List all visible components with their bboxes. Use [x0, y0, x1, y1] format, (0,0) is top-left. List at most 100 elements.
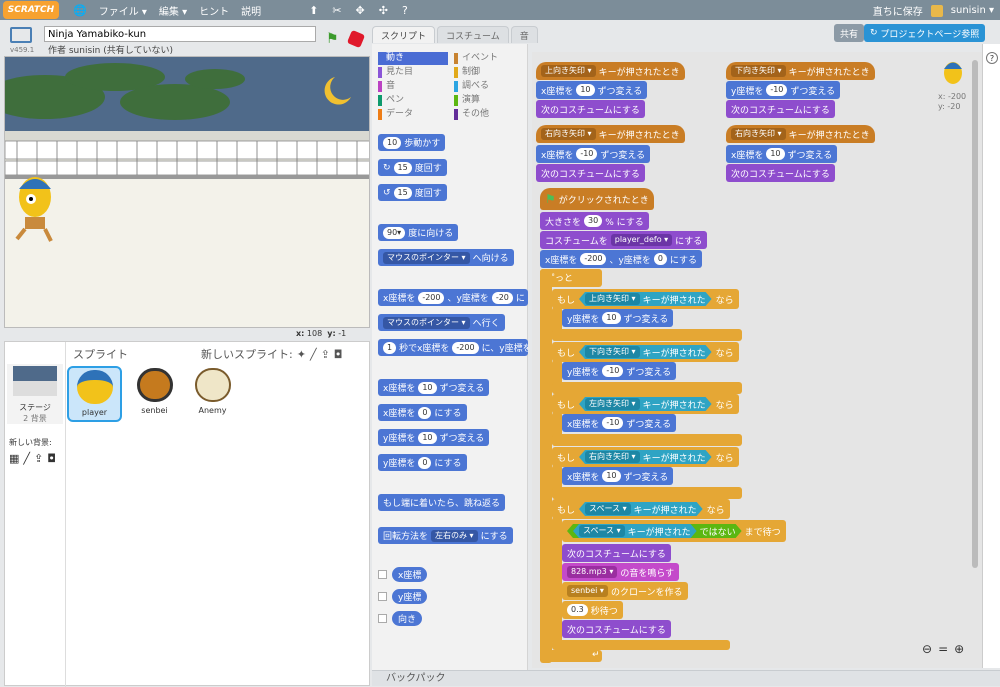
wait-seconds-block[interactable]: 0.3 秒待つ — [562, 601, 623, 619]
if-block[interactable]: もし 下向き矢印 ▾ キーが押された なら — [552, 342, 739, 362]
script-change-block[interactable]: x座標を 10 ずつ変える — [726, 145, 838, 163]
category-7[interactable]: 演算 — [454, 94, 524, 107]
if-block[interactable]: もし 左向き矢印 ▾ キーが押された なら — [552, 394, 739, 414]
user-menu[interactable]: sunisin ▾ — [951, 5, 994, 16]
category-0[interactable]: 動き — [378, 52, 448, 65]
script-next-costume-block[interactable]: 次のコスチュームにする — [562, 544, 671, 562]
backpack-bar[interactable]: バックパック — [372, 670, 1000, 686]
paint-backdrop-icon[interactable]: ╱ — [23, 452, 30, 465]
globe-icon[interactable]: 🌐 — [73, 4, 87, 17]
menu-edit[interactable]: 編集 ▾ — [159, 3, 187, 18]
script-change-block[interactable]: y座標を 10 ずつ変える — [562, 309, 674, 327]
upload-sprite-icon[interactable]: ⇪ — [321, 348, 330, 361]
palette-turn-left-block[interactable]: ↺ 15 度回す — [378, 184, 447, 201]
scratch-logo[interactable]: SCRATCH — [3, 1, 59, 19]
tab-sounds[interactable]: 音 — [510, 26, 538, 43]
script-next-costume-block[interactable]: 次のコスチュームにする — [536, 100, 645, 118]
script-next-costume-block[interactable]: 次のコスチュームにする — [726, 164, 835, 182]
when-right-key-hat[interactable]: 右向き矢印 ▾ キーが押されたとき — [726, 125, 875, 143]
sprite-tile-senbei[interactable]: senbei — [127, 366, 182, 422]
menu-file[interactable]: ファイル ▾ — [99, 3, 147, 18]
palette-point-towards-block[interactable]: マウスのポインター ▾ へ向ける — [378, 249, 514, 266]
shrink-icon[interactable]: ✣ — [379, 4, 388, 17]
script-next-costume-block[interactable]: 次のコスチュームにする — [562, 620, 671, 638]
cut-icon[interactable]: ✂ — [332, 4, 341, 17]
menu-about[interactable]: 説明 — [241, 3, 261, 18]
category-2[interactable]: 見た目 — [378, 66, 448, 79]
save-now-link[interactable]: 直ちに保存 — [873, 3, 923, 18]
if-block[interactable]: もし 右向き矢印 ▾ キーが押された なら — [552, 447, 739, 467]
palette-set-x-block[interactable]: x座標を 0 にする — [378, 404, 467, 421]
camera-sprite-icon[interactable]: ◘ — [334, 348, 343, 361]
camera-backdrop-icon[interactable]: ◘ — [47, 452, 56, 465]
script-change-block[interactable]: y座標を -10 ずつ変える — [726, 81, 841, 99]
backdrop-library-icon[interactable]: ▦ — [9, 452, 19, 465]
palette-move-block[interactable]: 10 歩動かす — [378, 134, 446, 151]
category-5[interactable]: 調べる — [454, 80, 524, 93]
script-change-block[interactable]: y座標を -10 ずつ変える — [562, 362, 677, 380]
wait-until-block[interactable]: スペース ▾ キーが押された ではない まで待つ — [562, 520, 786, 542]
play-sound-block[interactable]: 828.mp3 ▾ の音を鳴らす — [562, 563, 680, 581]
category-1[interactable]: イベント — [454, 52, 524, 65]
project-title-input[interactable] — [44, 26, 316, 42]
when-up-key-hat[interactable]: 上向き矢印 ▾ キーが押されたとき — [536, 62, 685, 80]
tab-costumes[interactable]: コスチューム — [437, 26, 509, 43]
ypos-checkbox[interactable] — [378, 592, 387, 601]
sprite-tile-anemy[interactable]: Anemy — [185, 366, 240, 422]
script-switch-costume-block[interactable]: コスチュームを player_defo ▾ にする — [540, 231, 708, 249]
user-avatar-icon[interactable] — [930, 4, 943, 17]
category-4[interactable]: 音 — [378, 80, 448, 93]
stage-thumbnail[interactable]: ステージ 2 背景 — [7, 364, 63, 424]
when-flag-clicked-hat[interactable]: ⚑ がクリックされたとき — [540, 188, 654, 210]
script-next-costume-block[interactable]: 次のコスチュームにする — [726, 100, 835, 118]
palette-rotation-style-block[interactable]: 回転方法を 左右のみ ▾ にする — [378, 527, 513, 544]
tab-scripts[interactable]: スクリプト — [372, 26, 436, 43]
palette-glide-block[interactable]: 1 秒でx座標を -200 に、y座標を — [378, 339, 528, 356]
category-9[interactable]: その他 — [454, 108, 524, 121]
duplicate-icon[interactable]: ⬆ — [309, 4, 318, 17]
zoom-out-icon[interactable]: ⊖ — [922, 642, 932, 656]
stop-icon[interactable] — [346, 29, 366, 49]
script-change-block[interactable]: x座標を 10 ずつ変える — [536, 81, 648, 99]
script-change-block[interactable]: x座標を -10 ずつ変える — [536, 145, 651, 163]
grow-icon[interactable]: ✥ — [356, 4, 365, 17]
palette-goto-xy-block[interactable]: x座標を -200 、y座標を -20 に — [378, 289, 528, 306]
palette-change-y-block[interactable]: y座標を 10 ずつ変える — [378, 429, 490, 446]
menu-hint[interactable]: ヒント — [199, 3, 229, 18]
script-set-size-block[interactable]: 大きさを 30% にする — [540, 212, 649, 230]
upload-backdrop-icon[interactable]: ⇪ — [34, 452, 43, 465]
palette-set-y-block[interactable]: y座標を 0 にする — [378, 454, 467, 471]
help-circle-icon[interactable]: ? — [986, 52, 998, 64]
category-8[interactable]: データ — [378, 108, 448, 121]
palette-change-x-block[interactable]: x座標を 10 ずつ変える — [378, 379, 490, 396]
paint-sprite-icon[interactable]: ╱ — [310, 348, 317, 361]
see-project-page-button[interactable]: ↻ プロジェクトページ参照 — [864, 24, 986, 42]
script-next-costume-block[interactable]: 次のコスチュームにする — [536, 164, 645, 182]
direction-reporter[interactable]: 向き — [392, 611, 423, 626]
script-change-block[interactable]: x座標を -10 ずつ変える — [562, 414, 677, 432]
sprite-library-icon[interactable]: ✦ — [297, 348, 306, 361]
when-right-key-hat[interactable]: 右向き矢印 ▾ キーが押されたとき — [536, 125, 685, 143]
help-icon[interactable]: ? — [402, 4, 408, 17]
sprite-tile-player[interactable]: player — [67, 366, 122, 422]
xpos-checkbox[interactable] — [378, 570, 387, 579]
stage-canvas[interactable] — [4, 56, 370, 328]
ypos-reporter[interactable]: y座標 — [392, 589, 428, 604]
workspace-scrollbar[interactable] — [972, 60, 978, 568]
green-flag-icon[interactable]: ⚑ — [326, 31, 339, 47]
create-clone-block[interactable]: senbei ▾ のクローンを作る — [562, 582, 688, 600]
zoom-in-icon[interactable]: ⊕ — [954, 642, 964, 656]
palette-turn-right-block[interactable]: ↻ 15 度回す — [378, 159, 447, 176]
direction-checkbox[interactable] — [378, 614, 387, 623]
palette-goto-block[interactable]: マウスのポインター ▾ へ行く — [378, 314, 505, 331]
palette-bounce-block[interactable]: もし端に着いたら、跳ね返る — [378, 494, 506, 511]
script-area[interactable]: 上向き矢印 ▾ キーが押されたとき x座標を 10 ずつ変える 次のコスチュームにする… — [532, 52, 982, 668]
share-button[interactable]: 共有 — [834, 24, 865, 42]
script-change-block[interactable]: x座標を 10 ずつ変える — [562, 467, 674, 485]
script-goto-xy-block[interactable]: x座標を -200 、y座標を 0 にする — [540, 250, 702, 268]
when-down-key-hat[interactable]: 下向き矢印 ▾ キーが押されたとき — [726, 62, 875, 80]
category-3[interactable]: 制御 — [454, 66, 524, 79]
fullscreen-icon[interactable] — [10, 27, 32, 43]
category-6[interactable]: ペン — [378, 94, 448, 107]
xpos-reporter[interactable]: x座標 — [392, 567, 428, 582]
